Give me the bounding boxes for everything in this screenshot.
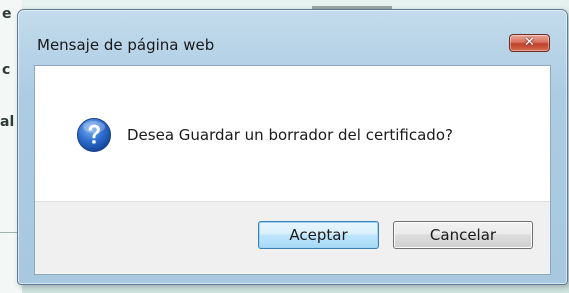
dialog-content: Desea Guardar un borrador del certificad… (34, 65, 551, 275)
close-button[interactable]: ✕ (509, 34, 550, 52)
dialog-title: Mensaje de página web (37, 36, 215, 54)
dialog-message: Desea Guardar un borrador del certificad… (127, 126, 453, 144)
accept-button[interactable]: Aceptar (258, 221, 379, 249)
message-dialog: Mensaje de página web ✕ Desea Guardar un… (17, 9, 568, 285)
message-area: Desea Guardar un borrador del certificad… (35, 66, 550, 201)
close-icon: ✕ (524, 35, 535, 50)
background-text-fragment: al (0, 114, 15, 130)
question-icon (77, 118, 111, 152)
background-text-fragment: e (2, 6, 12, 22)
dialog-title-bar[interactable]: Mensaje de página web ✕ (18, 10, 567, 68)
background-text-fragment: c (2, 62, 11, 78)
cancel-button[interactable]: Cancelar (393, 221, 533, 249)
dialog-button-bar: Aceptar Cancelar (35, 201, 550, 274)
